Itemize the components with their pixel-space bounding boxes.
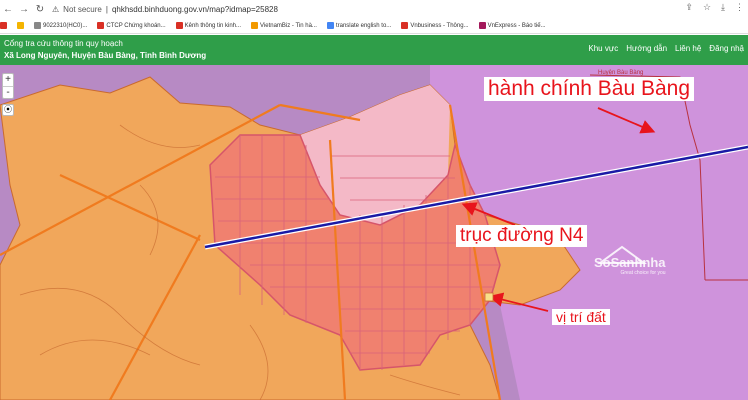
flag-icon xyxy=(0,22,7,29)
map-layers: Huyện Bàu Bàng xyxy=(0,65,748,400)
plot-marker xyxy=(484,292,494,302)
bookmark-2[interactable]: 9022310(HC0)... xyxy=(34,22,87,29)
bookmark-3[interactable]: CTCP Chứng khoán... xyxy=(97,22,166,29)
url-text: qhkhsdd.binhduong.gov.vn/map?idmap=25828 xyxy=(111,4,278,14)
nav-khu-vuc[interactable]: Khu vực xyxy=(588,44,618,53)
bookmark-6[interactable]: translate english to... xyxy=(326,22,391,29)
watermark: SoSanhnha Great choice for you xyxy=(594,255,666,276)
nav-dang-nhap[interactable]: Đăng nhậ xyxy=(709,44,744,53)
separator: | xyxy=(105,4,108,14)
annotation-road: trục đường N4 xyxy=(456,225,588,247)
annotation-admin: hành chính Bàu Bàng xyxy=(484,77,695,101)
bookmark-0[interactable] xyxy=(0,22,7,29)
menu-icon[interactable]: ⋮ xyxy=(735,2,744,13)
district-label: Huyện Bàu Bàng xyxy=(598,70,643,76)
insecure-label: Not secure xyxy=(63,4,102,14)
bookmark-icon xyxy=(251,22,259,29)
bookmark-icon xyxy=(478,22,486,29)
share-icon[interactable]: ⇪ xyxy=(685,2,693,13)
bookmark-icon xyxy=(17,22,24,29)
google-icon xyxy=(326,22,334,29)
site-header: Cổng tra cứu thông tin quy hoạch Xã Long… xyxy=(0,35,748,65)
forward-icon[interactable]: → xyxy=(16,0,32,18)
address-bar[interactable]: ⚠ Not secure | qhkhsdd.binhduong.gov.vn/… xyxy=(52,5,278,14)
watermark-text: SoSanhnha xyxy=(594,255,666,270)
portal-title[interactable]: Cổng tra cứu thông tin quy hoạch xyxy=(4,39,123,48)
bookmark-1[interactable] xyxy=(17,22,24,29)
star-icon[interactable]: ☆ xyxy=(703,2,711,13)
zoom-control: + - xyxy=(2,73,14,99)
locate-icon[interactable]: ⦿ xyxy=(2,104,14,116)
zoom-in-button[interactable]: + xyxy=(3,74,13,86)
nav-lien-he[interactable]: Liên hệ xyxy=(675,44,701,53)
location-title: Xã Long Nguyên, Huyện Bàu Bàng, Tỉnh Bìn… xyxy=(4,51,207,60)
bookmarks-bar: 9022310(HC0)... CTCP Chứng khoán... Kênh… xyxy=(0,18,748,34)
download-icon[interactable]: ⤓ xyxy=(721,2,725,13)
browser-actions: ⇪ ☆ ⤓ ⋮ xyxy=(685,2,744,13)
nav-huong-dan[interactable]: Hướng dẫn xyxy=(626,44,667,53)
annotation-plot: vị trí đất xyxy=(552,309,610,325)
bookmark-7[interactable]: Vnbusiness - Thông... xyxy=(401,22,469,29)
zoom-out-button[interactable]: - xyxy=(3,86,13,98)
bookmark-icon xyxy=(175,22,183,29)
bookmark-8[interactable]: VnExpress - Báo tiế... xyxy=(478,22,546,29)
bookmark-icon xyxy=(401,22,409,29)
reload-icon[interactable]: ↻ xyxy=(32,0,48,18)
bookmark-icon xyxy=(34,22,41,29)
bookmark-icon xyxy=(97,22,105,29)
site-nav: Khu vực Hướng dẫn Liên hệ Đăng nhậ xyxy=(588,44,744,53)
bookmark-5[interactable]: VietnamBiz - Tin hà... xyxy=(251,22,317,29)
back-icon[interactable]: ← xyxy=(0,0,16,18)
bookmark-4[interactable]: Kênh thông tin kinh... xyxy=(175,22,241,29)
watermark-sub: Great choice for you xyxy=(620,270,666,276)
warning-icon: ⚠ xyxy=(52,4,60,14)
browser-toolbar: ← → ↻ ⚠ Not secure | qhkhsdd.binhduong.g… xyxy=(0,0,748,18)
map-canvas[interactable]: Huyện Bàu Bàng + - ⦿ hành chính Bàu Bàng… xyxy=(0,65,748,400)
